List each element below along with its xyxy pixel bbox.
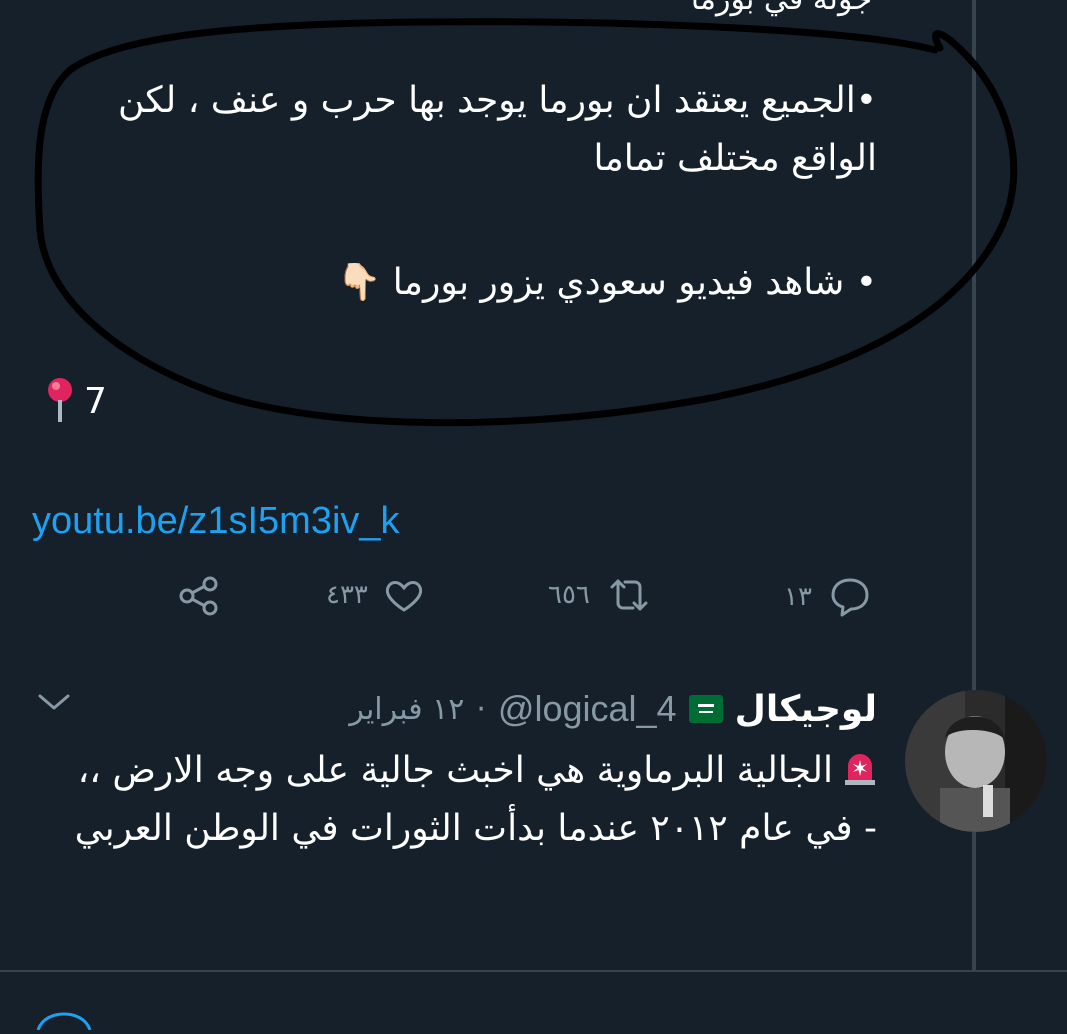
avatar[interactable] bbox=[905, 690, 1047, 832]
like-button[interactable]: ٤٣٣ bbox=[326, 575, 424, 615]
siren-icon bbox=[843, 746, 877, 785]
share-button[interactable] bbox=[178, 575, 220, 617]
hand-drawn-circle-annotation bbox=[34, 18, 1018, 427]
tweet1-paragraph-1: •الجميع يعتقد ان بورما يوجد بها حرب و عن… bbox=[118, 80, 877, 179]
separator-dot: · bbox=[476, 691, 486, 727]
retweet-count: ٦٥٦ bbox=[548, 580, 590, 610]
tweet2-line-1-text: الجالية البرماوية هي اخبث جالية على وجه … bbox=[77, 750, 833, 791]
tweet2-line-2: - في عام ٢٠١٢ عندما بدأت الثورات في الوط… bbox=[74, 808, 877, 849]
display-name[interactable]: لوجيكال bbox=[735, 689, 877, 730]
share-icon bbox=[178, 575, 220, 617]
pin-count: 7 bbox=[84, 380, 107, 422]
tweet2-body: الجالية البرماوية هي اخبث جالية على وجه … bbox=[37, 742, 877, 858]
partial-bottom-icon bbox=[34, 1010, 94, 1034]
reply-icon bbox=[828, 575, 872, 619]
tweet1-action-bar: ٤٣٣ ٦٥٦ ١٣ bbox=[0, 575, 900, 625]
retweet-button[interactable]: ٦٥٦ bbox=[548, 575, 652, 615]
chevron-down-icon[interactable] bbox=[36, 690, 72, 718]
youtube-link[interactable]: youtu.be/z1sI5m3iv_k bbox=[32, 500, 400, 543]
pin-line: 7 bbox=[40, 376, 107, 426]
tweet1-paragraph-2: • شاهد فيديو سعودي يزور بورما 👇🏻 bbox=[336, 262, 877, 303]
tweet2-line-1: الجالية البرماوية هي اخبث جالية على وجه … bbox=[37, 742, 877, 800]
saudi-flag-icon bbox=[688, 695, 723, 723]
reply-count: ١٣ bbox=[784, 582, 812, 612]
like-count: ٤٣٣ bbox=[326, 580, 368, 610]
pin-icon bbox=[40, 376, 80, 426]
heart-icon bbox=[384, 575, 424, 615]
reply-button[interactable]: ١٣ bbox=[784, 575, 872, 619]
handle[interactable]: @logical_4 bbox=[498, 688, 677, 730]
tweet2-header: لوجيكال @logical_4 · ١٢ فبراير bbox=[349, 688, 877, 730]
retweet-icon bbox=[606, 575, 652, 615]
divider bbox=[0, 970, 1067, 972]
tweet1-top-fragment: جولة في بورما bbox=[691, 0, 872, 17]
tweet-date[interactable]: ١٢ فبراير bbox=[349, 692, 464, 727]
